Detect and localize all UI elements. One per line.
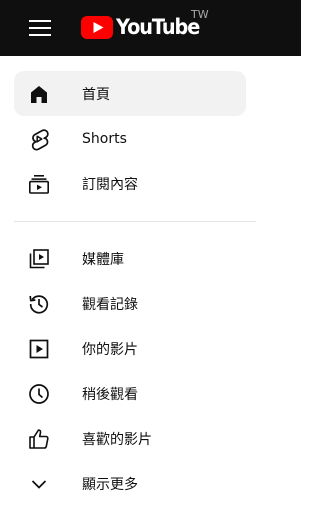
show-more-button[interactable]: 顯示更多 — [14, 461, 246, 506]
sidebar-item-label: 你的影片 — [82, 341, 138, 358]
sidebar-item-your-videos[interactable]: 你的影片 — [14, 326, 246, 371]
sidebar-item-subscriptions[interactable]: 訂閱內容 — [14, 161, 246, 206]
chevron-down-icon — [26, 471, 52, 497]
sidebar-item-label: Shorts — [82, 130, 127, 147]
top-bar: YouTube TW — [0, 0, 301, 56]
sidebar-item-label: 稍後觀看 — [82, 386, 138, 403]
your-videos-icon — [26, 336, 52, 362]
sidebar-item-watch-later[interactable]: 稍後觀看 — [14, 371, 246, 416]
sidebar-item-label: 首頁 — [82, 86, 110, 103]
sidebar-item-library[interactable]: 媒體庫 — [14, 236, 246, 281]
shorts-icon — [26, 126, 52, 152]
sidebar-item-label: 媒體庫 — [82, 251, 124, 268]
sidebar-item-label: 觀看記錄 — [82, 296, 138, 313]
section-divider — [14, 221, 256, 222]
history-icon — [26, 291, 52, 317]
sidebar-item-label: 顯示更多 — [82, 476, 138, 493]
watch-later-icon — [26, 381, 52, 407]
library-icon — [26, 246, 52, 272]
sidebar-item-label: 訂閱內容 — [82, 176, 138, 193]
liked-videos-icon — [26, 426, 52, 452]
sidebar-item-label: 喜歡的影片 — [82, 431, 152, 448]
sidebar-item-history[interactable]: 觀看記錄 — [14, 281, 246, 326]
hamburger-menu-button[interactable] — [20, 13, 60, 43]
region-code: TW — [191, 8, 209, 21]
sidebar-item-shorts[interactable]: Shorts — [14, 116, 246, 161]
logo-text: YouTube — [116, 14, 200, 39]
home-icon — [26, 81, 52, 107]
subscriptions-icon — [26, 171, 52, 197]
menu-icon — [29, 20, 51, 36]
sidebar-item-liked-videos[interactable]: 喜歡的影片 — [14, 416, 246, 461]
sidebar-item-home[interactable]: 首頁 — [14, 71, 246, 116]
youtube-logo[interactable]: YouTube — [81, 12, 207, 42]
youtube-play-icon — [81, 15, 113, 39]
